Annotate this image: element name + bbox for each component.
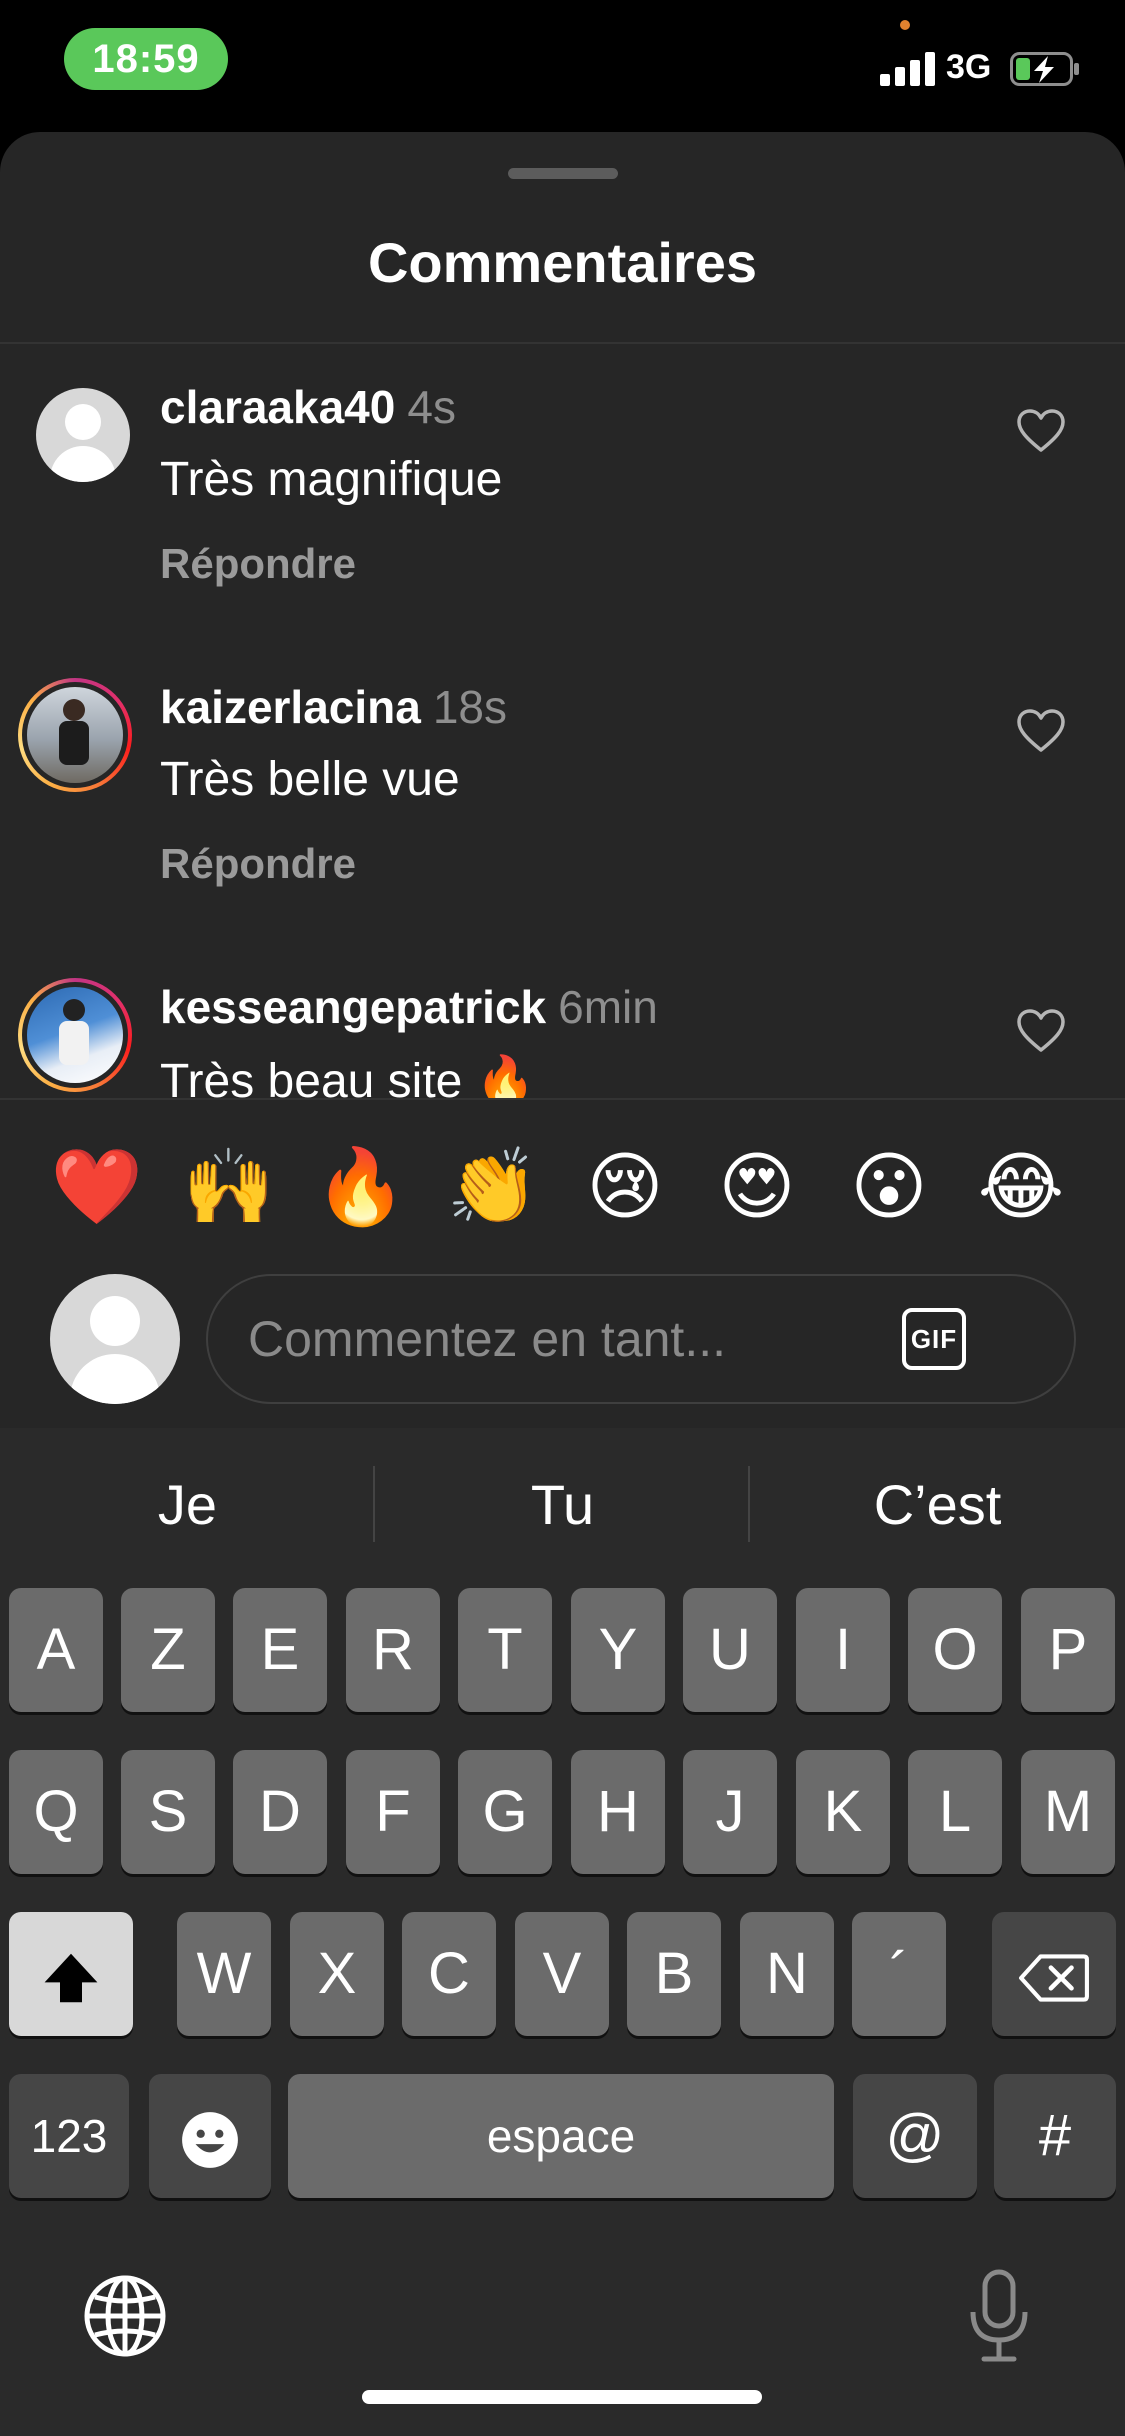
comments-list[interactable]: claraaka40 4s Très magnifique Répondre ka…: [0, 344, 1125, 1098]
key-y[interactable]: Y: [571, 1588, 665, 1712]
key-k[interactable]: K: [796, 1750, 890, 1874]
reaction-fire[interactable]: 🔥: [306, 1132, 416, 1242]
space-key[interactable]: espace: [288, 2074, 834, 2198]
comment-text: Très magnifique: [160, 453, 503, 506]
shift-arrow-icon: [44, 1953, 98, 2002]
username-text[interactable]: kesseangepatrick: [160, 981, 546, 1033]
username-text[interactable]: claraaka40: [160, 381, 395, 433]
like-heart-icon[interactable]: [1016, 408, 1066, 454]
reaction-surprised[interactable]: 😮: [834, 1132, 944, 1242]
reply-button[interactable]: Répondre: [160, 540, 356, 588]
comments-sheet: Commentaires claraaka40 4s Très magnifiqu…: [0, 132, 1125, 1428]
key-a[interactable]: A: [9, 1588, 103, 1712]
key-b[interactable]: B: [627, 1912, 721, 2036]
suggestion-2[interactable]: Tu: [375, 1472, 750, 1537]
microphone-icon[interactable]: [966, 2268, 1032, 2364]
comment-item: kesseangepatrick 6min Très beau site 🔥: [0, 944, 1125, 1098]
comment-composer: Commentez en tant... GIF: [0, 1260, 1125, 1420]
reaction-crying[interactable]: 😢: [570, 1132, 680, 1242]
like-heart-icon[interactable]: [1016, 1008, 1066, 1054]
key-x[interactable]: X: [290, 1912, 384, 2036]
key-n[interactable]: N: [740, 1912, 834, 2036]
key-d[interactable]: D: [233, 1750, 327, 1874]
comment-item: kaizerlacina 18s Très belle vue Répondre: [0, 644, 1125, 944]
comment-username[interactable]: kesseangepatrick 6min: [160, 980, 658, 1034]
key-i[interactable]: I: [796, 1588, 890, 1712]
key-h[interactable]: H: [571, 1750, 665, 1874]
comment-time: 4s: [407, 381, 456, 433]
emoji-smiley-icon: [182, 2111, 238, 2168]
avatar-default[interactable]: [36, 388, 130, 482]
key-c[interactable]: C: [402, 1912, 496, 2036]
emoji-key[interactable]: [149, 2074, 271, 2198]
globe-icon[interactable]: [82, 2273, 168, 2359]
key-q[interactable]: Q: [9, 1750, 103, 1874]
current-user-avatar: [50, 1274, 180, 1404]
key-f[interactable]: F: [346, 1750, 440, 1874]
key-o[interactable]: O: [908, 1588, 1002, 1712]
comment-input-placeholder: Commentez en tant...: [248, 1311, 727, 1367]
network-type: 3G: [946, 48, 992, 86]
status-bar: 18:59 3G: [0, 0, 1125, 132]
predictive-bar: Je Tu C’est: [0, 1428, 1125, 1578]
reaction-heart[interactable]: ❤️: [42, 1132, 152, 1242]
suggestion-1[interactable]: Je: [0, 1472, 375, 1537]
key-m[interactable]: M: [1021, 1750, 1115, 1874]
comment-text: Très beau site 🔥: [160, 1055, 536, 1098]
key-e[interactable]: E: [233, 1588, 327, 1712]
key-accent[interactable]: ´: [852, 1912, 946, 2036]
reaction-laughing[interactable]: 😂: [966, 1132, 1076, 1242]
at-key[interactable]: @: [853, 2074, 977, 2198]
key-s[interactable]: S: [121, 1750, 215, 1874]
gif-button[interactable]: GIF: [902, 1308, 966, 1370]
comment-username[interactable]: claraaka40 4s: [160, 380, 456, 434]
key-z[interactable]: Z: [121, 1588, 215, 1712]
key-t[interactable]: T: [458, 1588, 552, 1712]
comment-item: claraaka40 4s Très magnifique Répondre: [0, 344, 1125, 644]
reaction-heart-eyes[interactable]: 😍: [702, 1132, 812, 1242]
signal-strength-icon: [880, 52, 936, 86]
comment-username[interactable]: kaizerlacina 18s: [160, 680, 507, 734]
key-g[interactable]: G: [458, 1750, 552, 1874]
comment-time: 6min: [558, 981, 658, 1033]
sheet-title: Commentaires: [367, 231, 758, 294]
avatar-photo: [27, 687, 123, 783]
key-j[interactable]: J: [683, 1750, 777, 1874]
reaction-raising-hands[interactable]: 🙌: [174, 1132, 284, 1242]
key-u[interactable]: U: [683, 1588, 777, 1712]
key-v[interactable]: V: [515, 1912, 609, 2036]
avatar-story-ring[interactable]: [18, 678, 132, 792]
comment-input[interactable]: Commentez en tant... GIF: [206, 1274, 1076, 1404]
battery-charging-icon: [1010, 52, 1079, 86]
recording-indicator-dot: [900, 20, 910, 30]
key-r[interactable]: R: [346, 1588, 440, 1712]
reaction-clapping[interactable]: 👏: [438, 1132, 548, 1242]
key-p[interactable]: P: [1021, 1588, 1115, 1712]
suggestion-3[interactable]: C’est: [750, 1472, 1125, 1537]
avatar-story-ring[interactable]: [18, 978, 132, 1092]
divider: [0, 1098, 1125, 1100]
home-indicator[interactable]: [362, 2390, 762, 2404]
sheet-grabber-handle[interactable]: [508, 168, 618, 179]
avatar-photo: [27, 987, 123, 1083]
hash-key[interactable]: #: [994, 2074, 1116, 2198]
keyboard: Je Tu C’est A Z E R T Y U I O P Q S D F …: [0, 1428, 1125, 2436]
comment-text: Très belle vue: [160, 753, 460, 806]
delete-key[interactable]: [992, 1912, 1116, 2036]
backspace-icon: [1019, 1954, 1089, 2002]
key-l[interactable]: L: [908, 1750, 1002, 1874]
username-text[interactable]: kaizerlacina: [160, 681, 421, 733]
shift-key[interactable]: [9, 1912, 133, 2036]
quick-reactions-bar: ❤️ 🙌 🔥 👏 😢 😍 😮 😂: [0, 1132, 1125, 1242]
reply-button[interactable]: Répondre: [160, 840, 356, 888]
numbers-key[interactable]: 123: [9, 2074, 129, 2198]
status-time[interactable]: 18:59: [64, 28, 228, 90]
like-heart-icon[interactable]: [1016, 708, 1066, 754]
key-w[interactable]: W: [177, 1912, 271, 2036]
comment-time: 18s: [432, 681, 508, 733]
